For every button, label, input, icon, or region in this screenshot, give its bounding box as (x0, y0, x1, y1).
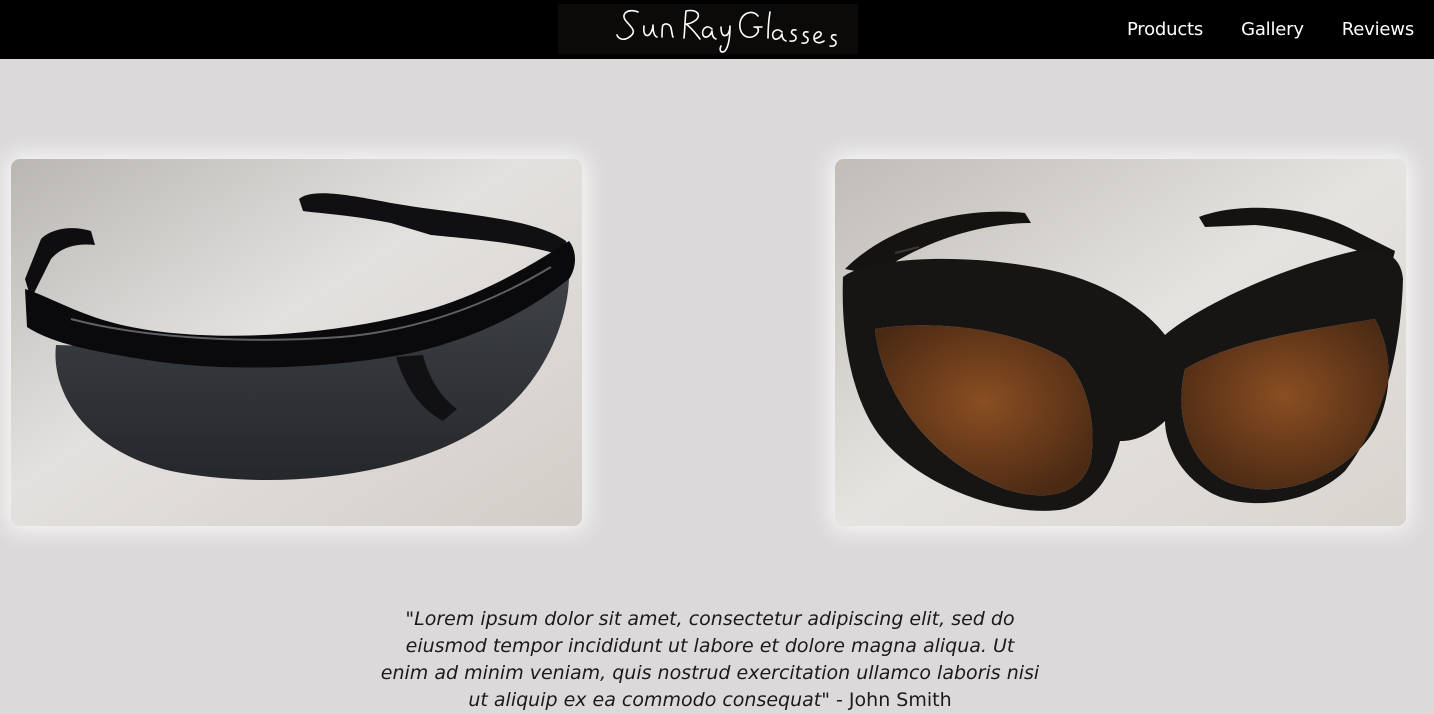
top-navbar: Products Gallery Reviews (0, 0, 1434, 59)
sunglasses-image (835, 159, 1406, 526)
main-nav: Products Gallery Reviews (1089, 0, 1414, 59)
product-photo-dark-lens-sunglasses (11, 159, 582, 526)
product-photo-brown-lens-sunglasses (835, 159, 1406, 526)
review-author: - John Smith (830, 689, 952, 711)
customer-review-quote: "Lorem ipsum dolor sit amet, consectetur… (380, 606, 1040, 714)
brand-logo[interactable] (558, 4, 858, 54)
nav-link-gallery[interactable]: Gallery (1241, 19, 1304, 40)
nav-link-products[interactable]: Products (1127, 19, 1203, 40)
nav-link-reviews[interactable]: Reviews (1342, 19, 1414, 40)
sunglasses-image (11, 159, 582, 526)
logo-script-image (616, 9, 837, 53)
